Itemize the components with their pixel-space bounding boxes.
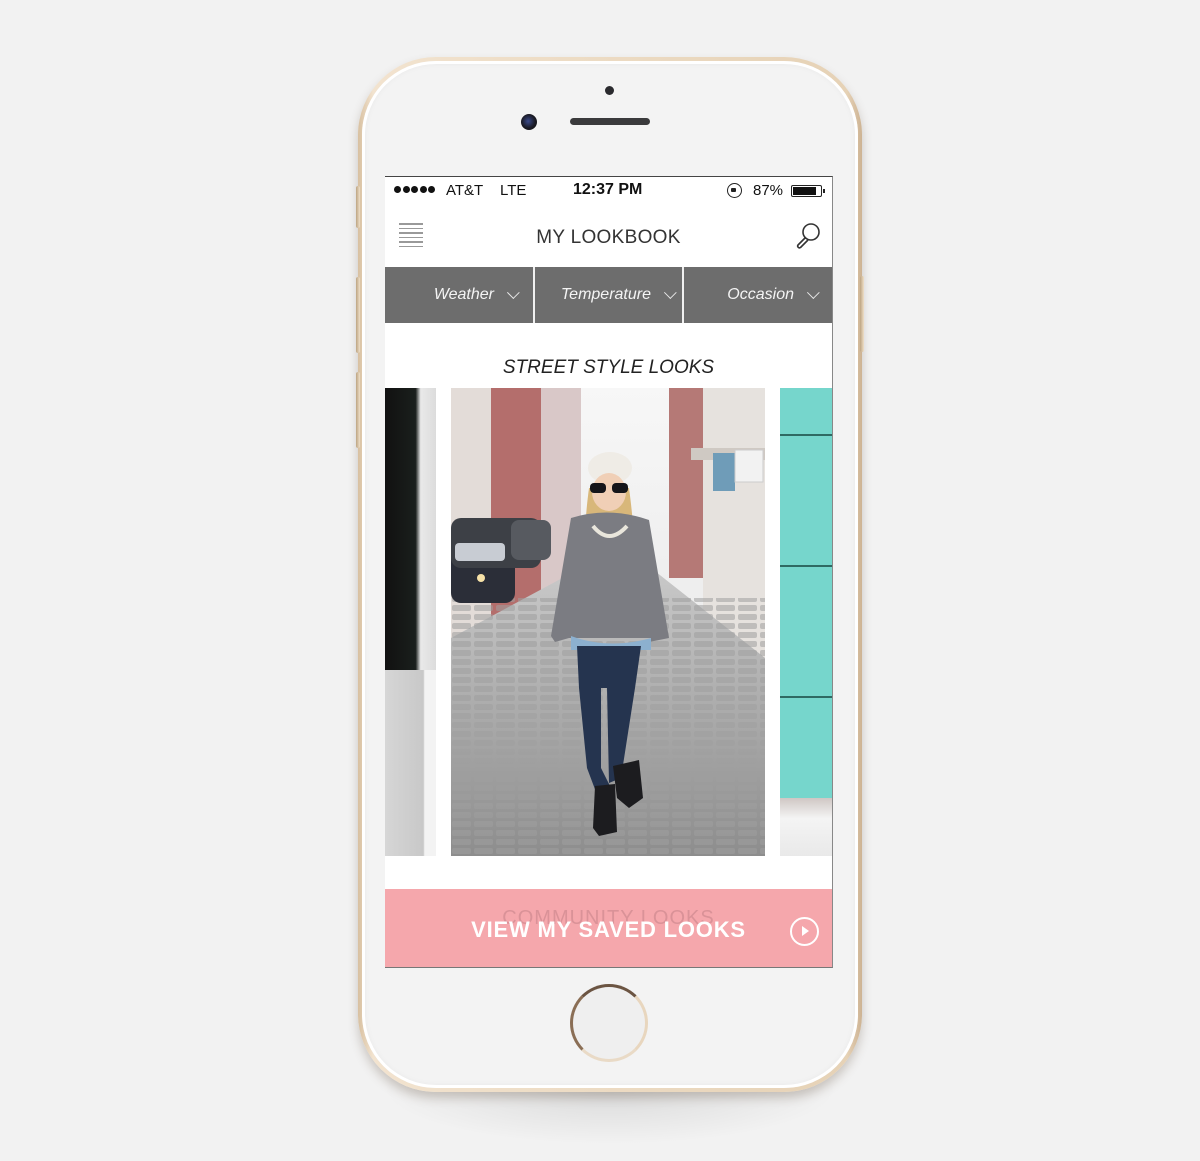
- navigation-bar: MY LOOKBOOK: [385, 205, 832, 267]
- play-circle-icon: [790, 917, 819, 946]
- section-title: STREET STYLE LOOKS: [502, 357, 715, 378]
- chevron-down-icon: [663, 285, 677, 299]
- look-card-next[interactable]: [780, 388, 832, 856]
- page-title: MY LOOKBOOK: [536, 227, 681, 248]
- proximity-sensor: [605, 86, 614, 95]
- search-icon[interactable]: [793, 221, 823, 251]
- app-screen: AT&T LTE 12:37 PM 87% MY LOOKBOOK Weathe…: [385, 176, 833, 968]
- network-type: LTE: [500, 182, 527, 199]
- mute-switch: [356, 186, 360, 228]
- status-bar: AT&T LTE 12:37 PM 87%: [385, 177, 832, 205]
- volume-down-button: [356, 372, 360, 448]
- battery-level: [793, 187, 817, 195]
- filter-bar: Weather Temperature Occasion: [385, 267, 832, 323]
- filter-weather-label: Weather: [433, 286, 494, 303]
- home-button[interactable]: [570, 984, 648, 1062]
- filter-occasion[interactable]: Occasion: [684, 267, 832, 323]
- look-card-current[interactable]: [451, 388, 765, 856]
- battery-icon: [791, 185, 825, 197]
- filter-temperature[interactable]: Temperature: [535, 267, 684, 323]
- view-saved-looks-button[interactable]: COMMUNITY LOOKS VIEW MY SAVED LOOKS: [385, 889, 832, 967]
- carrier-name: AT&T: [446, 182, 484, 199]
- look-photo: [451, 388, 765, 856]
- power-button: [860, 276, 864, 352]
- signal-strength-icon: [394, 186, 435, 193]
- wall-seam: [780, 565, 832, 567]
- rotation-lock-icon: [727, 183, 742, 198]
- chevron-down-icon: [806, 285, 820, 299]
- status-time: 12:37 PM: [573, 181, 643, 198]
- earpiece-speaker: [570, 118, 650, 125]
- front-camera: [521, 114, 537, 130]
- photo-ground: [780, 798, 832, 856]
- looks-carousel[interactable]: [385, 388, 832, 856]
- battery-percent: 87%: [753, 182, 784, 199]
- photo-wall: [385, 670, 436, 856]
- volume-up-button: [356, 277, 360, 353]
- chevron-down-icon: [506, 285, 520, 299]
- filter-weather[interactable]: Weather: [385, 267, 535, 323]
- look-card-previous[interactable]: [385, 388, 436, 856]
- wall-seam: [780, 434, 832, 436]
- wall-seam: [780, 696, 832, 698]
- view-saved-looks-label: VIEW MY SAVED LOOKS: [471, 917, 746, 942]
- filter-occasion-label: Occasion: [727, 286, 794, 303]
- filter-temperature-label: Temperature: [560, 286, 651, 303]
